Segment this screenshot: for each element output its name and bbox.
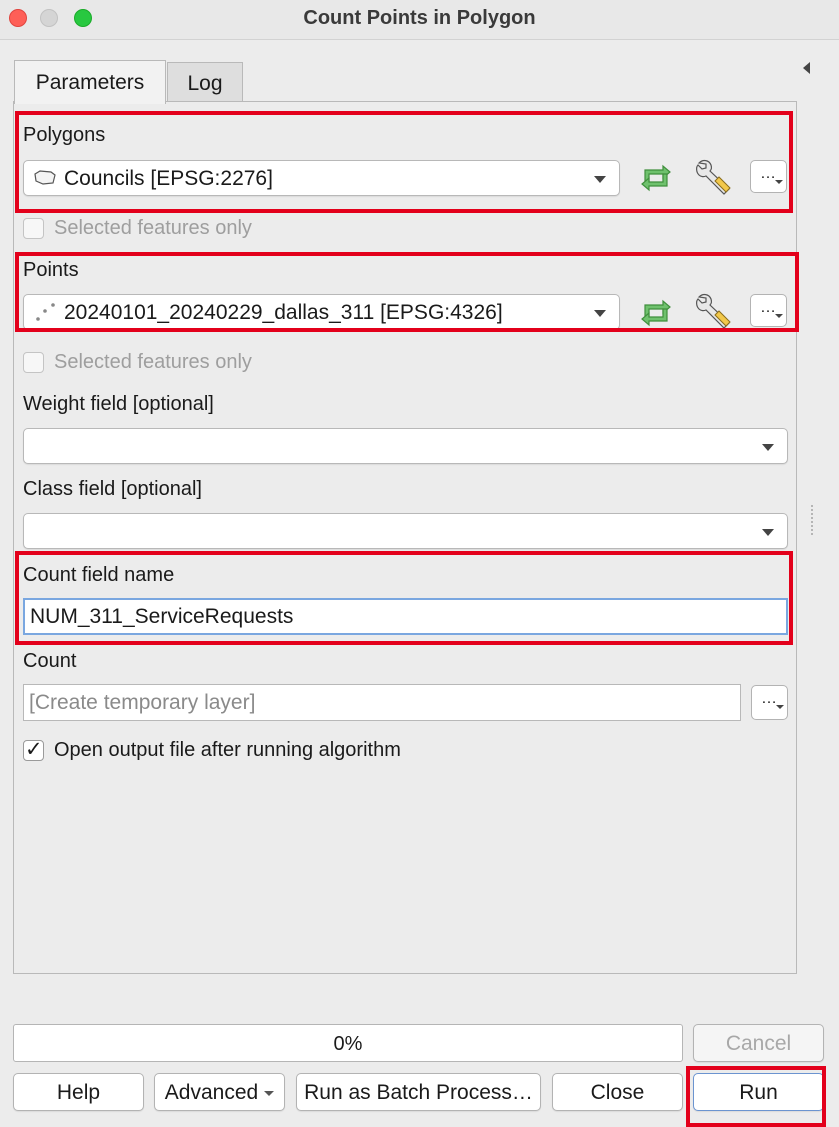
polygons-highlight-box [15,111,793,213]
window-title: Count Points in Polygon [303,7,536,29]
progress-text: 0% [333,1033,363,1055]
open-output-checkbox[interactable]: ✓ [23,738,44,761]
cancel-button[interactable]: Cancel [693,1024,824,1062]
help-button[interactable]: Help [13,1073,144,1111]
points-selected-only-checkbox[interactable] [23,352,44,373]
weight-field-combo[interactable] [23,428,788,464]
weight-field-label: Weight field [optional] [23,393,214,415]
polygons-selected-only-label: Selected features only [54,217,252,239]
advanced-button-label: Advanced [164,1081,259,1104]
count-output-browse-button[interactable]: … [751,685,788,720]
close-button[interactable]: Close [552,1073,683,1111]
chevron-down-icon [762,529,774,536]
advanced-button[interactable]: Advanced [154,1073,285,1111]
run-as-batch-button[interactable]: Run as Batch Process… [296,1073,541,1111]
count-output-input[interactable] [23,684,741,721]
collapse-panel-arrow-icon[interactable] [803,60,813,76]
count-output-text[interactable] [24,685,740,720]
tab-log[interactable]: Log [167,62,243,102]
polygons-selected-only-checkbox[interactable] [23,218,44,239]
run-highlight-box [686,1066,826,1127]
count-label: Count [23,650,77,672]
checkmark-icon: ✓ [25,738,43,761]
progress-bar: 0% [13,1024,683,1062]
tab-parameters[interactable]: Parameters [14,60,166,104]
chevron-down-icon [264,1090,275,1096]
class-field-label: Class field [optional] [23,478,202,500]
points-highlight-box [15,252,799,332]
splitter-handle[interactable] [811,505,813,535]
chevron-down-icon [762,444,774,451]
count-field-highlight-box [15,551,793,645]
class-field-combo[interactable] [23,513,788,549]
open-output-label: Open output file after running algorithm [54,739,401,761]
points-selected-only-label: Selected features only [54,351,252,373]
ellipsis-label: … [761,690,777,707]
